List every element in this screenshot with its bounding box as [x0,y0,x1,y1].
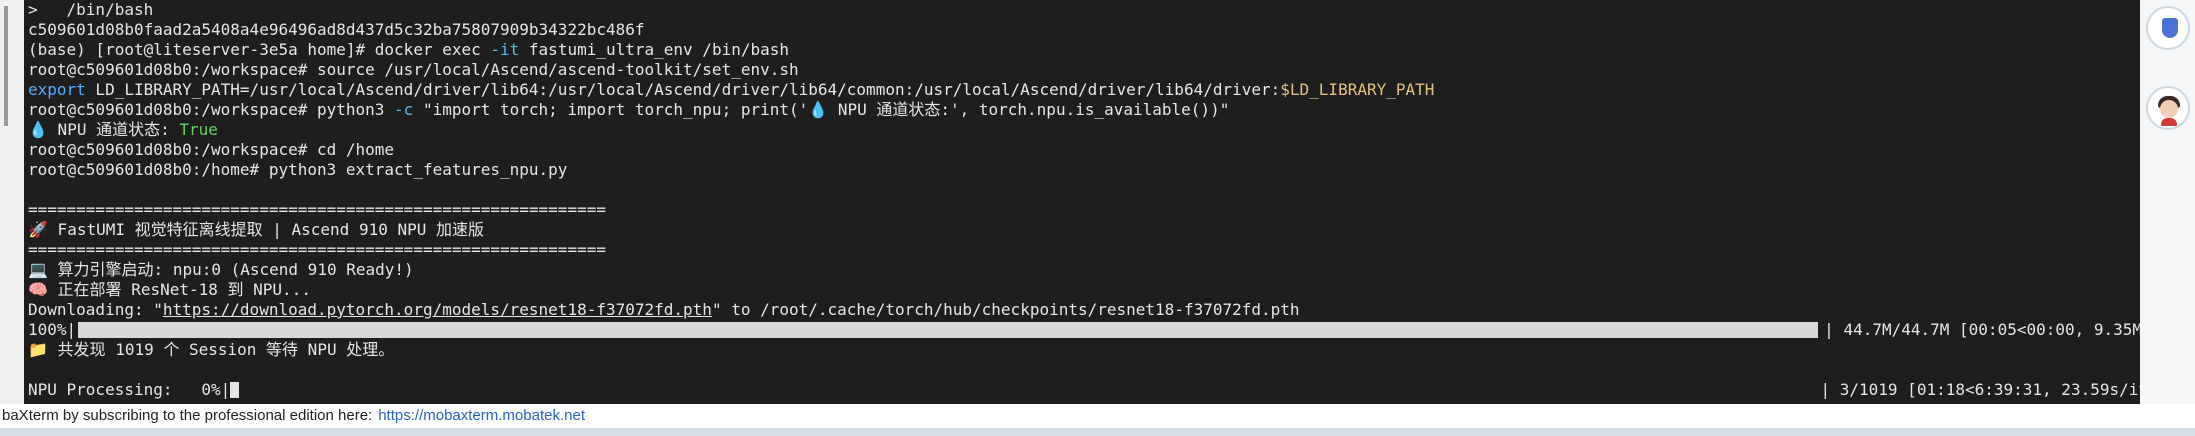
line-text: 💻 算力引擎启动: npu:0 (Ascend 910 Ready!) [28,260,414,279]
terminal-window[interactable]: > /bin/bash c509601d08b0faad2a5408a4e964… [0,0,2169,404]
terminal-line: root@c509601d08b0:/workspace# source /us… [28,60,2157,80]
npu-progress: NPU Processing: 0%| | 3/1019 [01:18<6:39… [28,380,2157,400]
terminal-line: root@c509601d08b0:/workspace# python3 -c… [28,100,2157,120]
terminal-line: export LD_LIBRARY_PATH=/usr/local/Ascend… [28,80,2157,100]
terminal-line: ========================================… [28,240,2157,260]
cli-flag: -c [394,100,414,119]
terminal-line: Downloading: "https://download.pytorch.o… [28,300,2157,320]
line-text: 💧 NPU 通道状态: [28,120,180,139]
terminal-line: root@c509601d08b0:/workspace# cd /home [28,140,2157,160]
separator-line: ========================================… [28,240,606,259]
terminal-line: 🚀 FastUMI 视觉特征离线提取 | Ascend 910 NPU 加速版 [28,220,2157,240]
true-value: True [179,120,218,139]
avatar-icon[interactable] [2146,86,2190,130]
terminal-line: root@c509601d08b0:/home# python3 extract… [28,160,2157,180]
progress-label: NPU Processing: 0%| [28,380,231,399]
progress-stats: | 44.7M/44.7M [00:05<00:00, 9.35MB/s] [1824,320,2157,339]
line-text: root@c509601d08b0:/home# python3 extract… [28,160,568,179]
terminal-line: ========================================… [28,200,2157,220]
status-message: baXterm by subscribing to the profession… [2,407,373,424]
line-text: fastumi_ultra_env /bin/bash [519,40,789,59]
left-scrollbar[interactable] [0,0,24,404]
line-text: 🧠 正在部署 ResNet-18 到 NPU... [28,280,311,299]
separator-line: ========================================… [28,200,606,219]
progress-stats: | 3/1019 [01:18<6:39:31, 23.59s/it [1820,380,2148,399]
side-panel [2140,0,2195,404]
line-text: "import torch; import torch_npu; print('… [413,100,1230,119]
line-text: (base) [root@liteserver-3e5a home]# dock… [28,40,491,59]
terminal-line: 💻 算力引擎启动: npu:0 (Ascend 910 Ready!) [28,260,2157,280]
terminal-line: 💧 NPU 通道状态: True [28,120,2157,140]
terminal-line: > /bin/bash [28,0,2157,20]
terminal-output[interactable]: > /bin/bash c509601d08b0faad2a5408a4e964… [28,0,2157,404]
terminal-line: (base) [root@liteserver-3e5a home]# dock… [28,40,2157,60]
shield-icon[interactable] [2146,6,2190,50]
export-keyword: export [28,80,86,99]
download-progress: 100%| | 44.7M/44.7M [00:05<00:00, 9.35MB… [28,320,2157,340]
download-link[interactable]: https://download.pytorch.org/models/resn… [163,300,712,319]
status-link[interactable]: https://mobaxterm.mobatek.net [378,407,585,424]
terminal-line: c509601d08b0faad2a5408a4e96496ad8d437d5c… [28,20,2157,40]
line-text: > /bin/bash [28,0,154,19]
progress-bar-fill [78,322,1819,338]
terminal-line: 🧠 正在部署 ResNet-18 到 NPU... [28,280,2157,300]
bottom-strip [0,428,2195,436]
line-text: Downloading: " [28,300,163,319]
session-count-line: 📁 共发现 1019 个 Session 等待 NPU 处理。 [28,340,395,359]
cli-flag: -it [490,40,520,59]
container-id: c509601d08b0faad2a5408a4e96496ad8d437d5c… [28,20,645,39]
env-variable: $LD_LIBRARY_PATH [1280,80,1435,99]
progress-label: 100%| [28,320,77,339]
scrollbar-thumb[interactable] [4,6,8,126]
status-bar: baXterm by subscribing to the profession… [0,404,2195,428]
progress-bar [78,322,1819,338]
line-text: " to /root/.cache/torch/hub/checkpoints/… [711,300,1300,319]
progress-cursor [230,382,240,398]
line-text: root@c509601d08b0:/workspace# source /us… [28,60,799,79]
line-text: root@c509601d08b0:/workspace# python3 [28,100,395,119]
terminal-line: 📁 共发现 1019 个 Session 等待 NPU 处理。 [28,340,2157,360]
line-text: root@c509601d08b0:/workspace# cd /home [28,140,395,159]
banner-title: 🚀 FastUMI 视觉特征离线提取 | Ascend 910 NPU 加速版 [28,220,485,239]
line-text: LD_LIBRARY_PATH=/usr/local/Ascend/driver… [85,80,1281,99]
